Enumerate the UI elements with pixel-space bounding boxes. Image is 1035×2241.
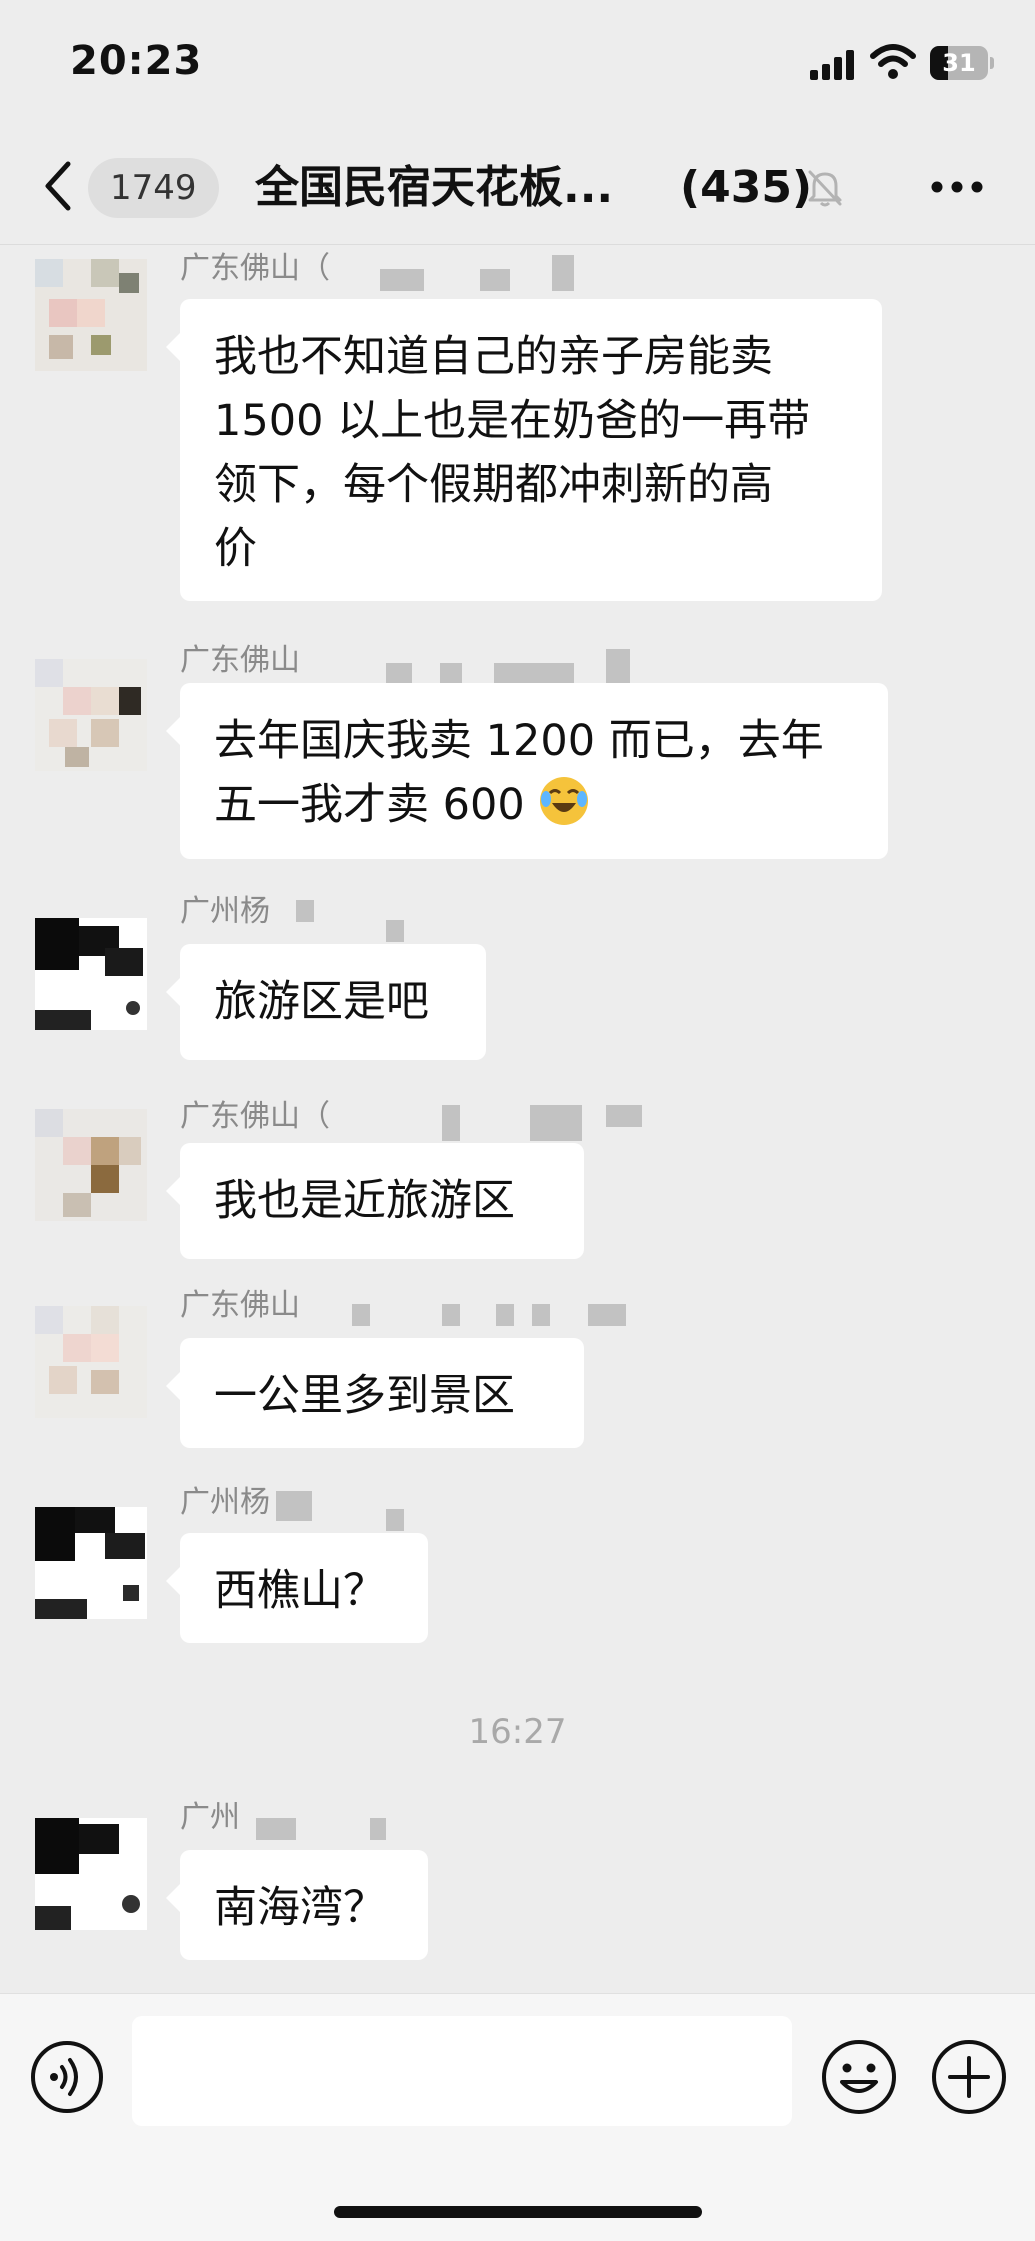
avatar[interactable] xyxy=(35,259,147,371)
message-line: 南海湾？ xyxy=(214,1883,386,1933)
battery-level: 31 xyxy=(942,49,976,77)
message-line: 一公里多到景区 xyxy=(214,1371,515,1421)
avatar[interactable] xyxy=(35,1306,147,1418)
message-bubble[interactable]: 我也不知道自己的亲子房能卖 1500 以上也是在奶爸的一再带 领下，每个假期都冲… xyxy=(166,299,882,601)
sender-name: 广州 xyxy=(180,1800,240,1835)
message-line: 西樵山？ xyxy=(214,1566,386,1616)
message-bubble[interactable]: 一公里多到景区 xyxy=(166,1338,584,1448)
avatar[interactable] xyxy=(35,659,147,771)
crying-laughing-emoji xyxy=(540,777,589,825)
message-line: 1500 以上也是在奶爸的一再带 xyxy=(214,396,811,446)
sender-name: 广州杨 xyxy=(180,1485,270,1520)
emoji-icon[interactable] xyxy=(820,2038,898,2116)
chat-title: 全国民宿天花板... xyxy=(255,162,614,213)
input-bar xyxy=(0,1993,1035,2241)
sender-name: 广东佛山 xyxy=(180,1288,300,1323)
message-bubble[interactable]: 去年国庆我卖 1200 而已，去年 五一我才卖 600 xyxy=(166,683,888,859)
message-bubble[interactable]: 旅游区是吧 xyxy=(166,944,486,1060)
message-line: 去年国庆我卖 1200 而已，去年 xyxy=(214,716,824,766)
more-icon[interactable] xyxy=(930,180,984,194)
message-bubble[interactable]: 我也是近旅游区 xyxy=(166,1143,584,1259)
message-line: 五一我才卖 600 xyxy=(214,780,525,830)
back-icon[interactable] xyxy=(40,158,76,214)
member-count: (435) xyxy=(680,162,813,213)
voice-icon[interactable] xyxy=(30,2040,104,2114)
message-bubble[interactable]: 西樵山？ xyxy=(166,1533,428,1643)
avatar[interactable] xyxy=(35,1109,147,1221)
message-bubble[interactable]: 南海湾？ xyxy=(166,1850,428,1960)
sender-name: 广东佛山（ xyxy=(180,251,330,286)
mute-bell-icon xyxy=(808,170,842,207)
time-divider: 16:27 xyxy=(468,1712,567,1752)
avatar[interactable] xyxy=(35,1818,147,1930)
message-line: 我也是近旅游区 xyxy=(214,1176,515,1226)
avatar[interactable] xyxy=(35,918,147,1030)
sender-name: 广东佛山 xyxy=(180,643,300,678)
plus-icon[interactable] xyxy=(930,2038,1008,2116)
signal-icon xyxy=(810,50,854,80)
message-line: 旅游区是吧 xyxy=(214,977,429,1027)
status-bar: 20:23 31 xyxy=(0,0,1035,130)
unread-count-badge[interactable]: 1749 xyxy=(88,158,219,218)
avatar[interactable] xyxy=(35,1507,147,1619)
message-line: 领下，每个假期都冲刺新的高 xyxy=(214,460,773,510)
battery-icon: 31 xyxy=(930,46,994,80)
message-line: 我也不知道自己的亲子房能卖 xyxy=(214,332,773,382)
status-time: 20:23 xyxy=(70,38,203,84)
message-input[interactable] xyxy=(132,2016,792,2126)
chat-header: 1749 全国民宿天花板... (435) xyxy=(0,130,1035,245)
wifi-icon xyxy=(870,44,916,79)
home-indicator[interactable] xyxy=(334,2206,702,2218)
message-line: 价 xyxy=(214,524,257,574)
sender-name: 广州杨 xyxy=(180,894,270,929)
sender-name: 广东佛山（ xyxy=(180,1099,330,1134)
